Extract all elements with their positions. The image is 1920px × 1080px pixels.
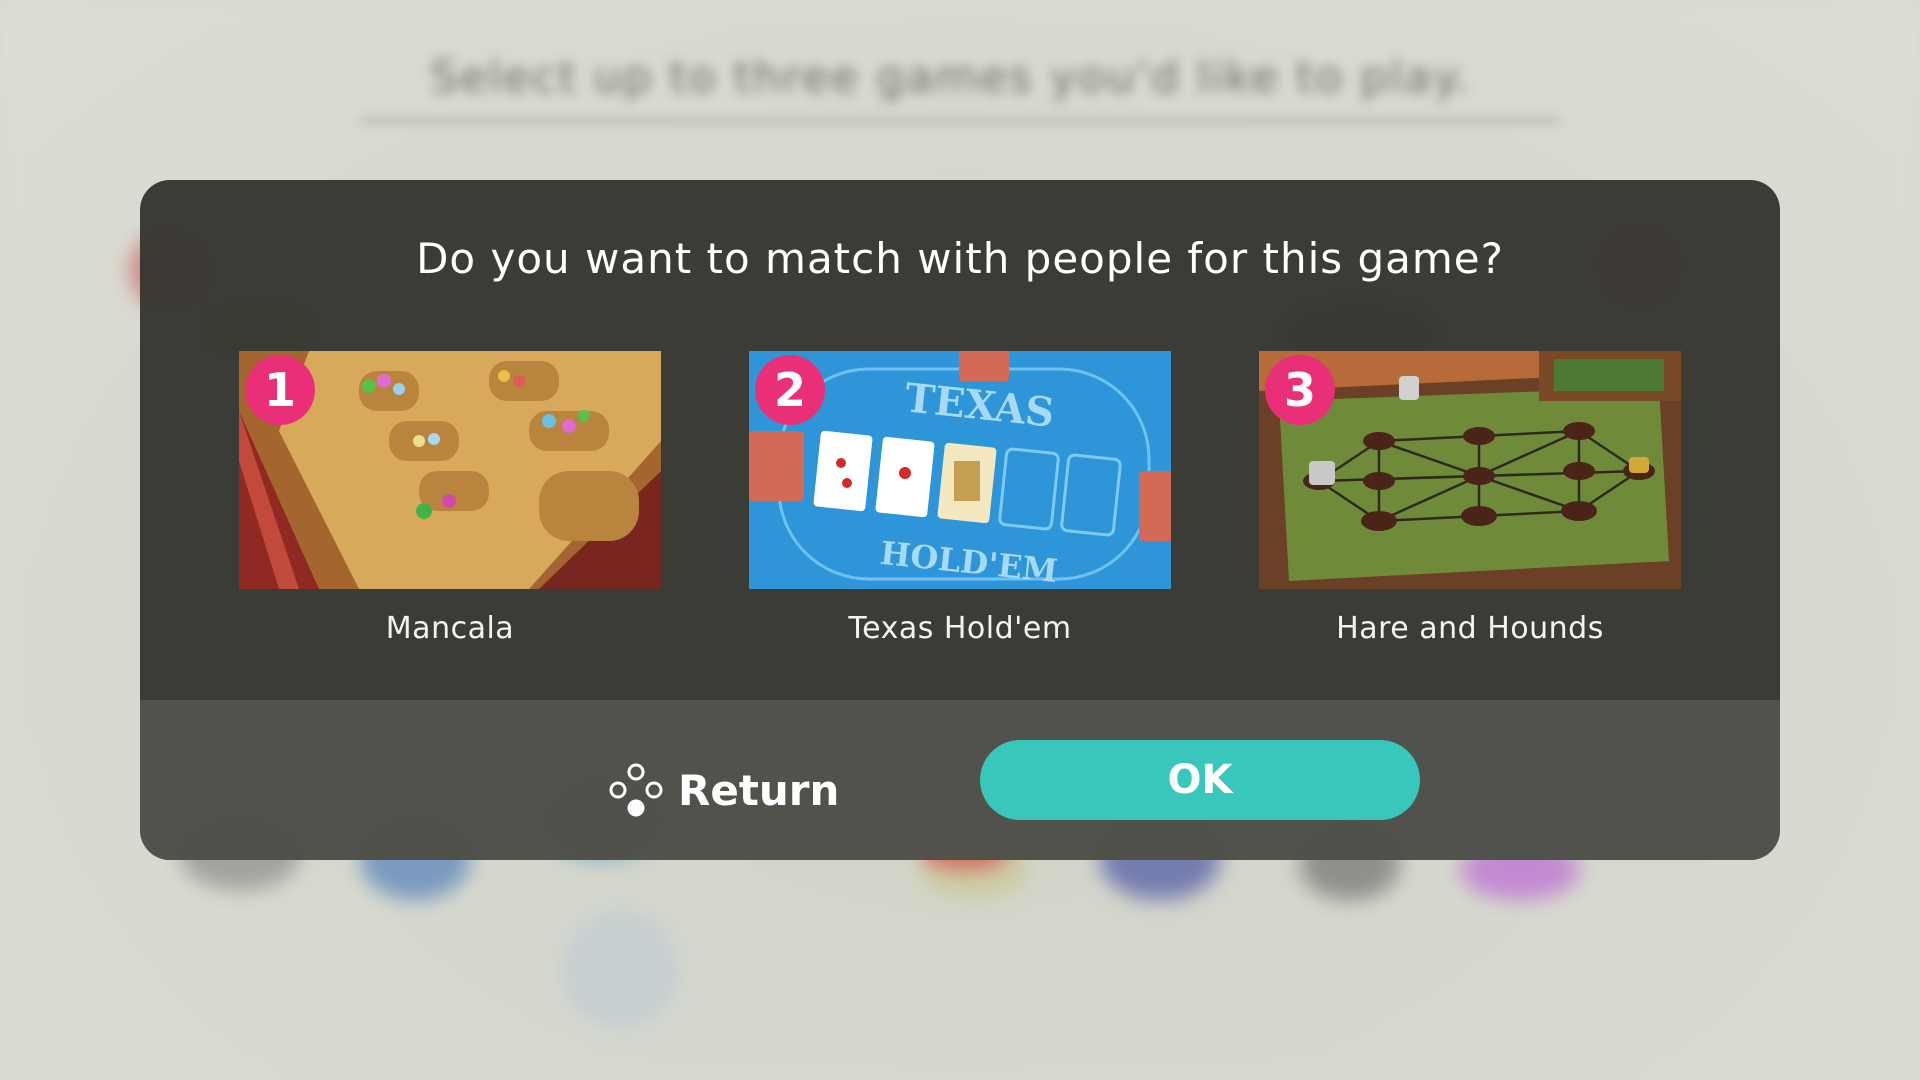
dialog-question: Do you want to match with people for thi…	[416, 234, 1504, 283]
game-card-hare-and-hounds[interactable]: 3 Hare and Hounds	[1259, 351, 1681, 646]
return-button[interactable]: Return	[608, 754, 839, 826]
game-name: Mancala	[385, 611, 515, 646]
dialog-footer	[140, 700, 1780, 860]
rank-badge-2: 2	[755, 355, 825, 425]
background-prompt: Select up to three games you'd like to p…	[430, 52, 1472, 103]
return-label: Return	[678, 765, 840, 815]
rank-badge-3: 3	[1265, 355, 1335, 425]
hare-hounds-board-thumbnail: 3	[1259, 351, 1681, 589]
poker-table-thumbnail: TEXAS HOLD'EM 2	[749, 351, 1171, 589]
game-card-mancala[interactable]: 1 Mancala	[239, 351, 661, 646]
game-name: Texas Hold'em	[848, 611, 1072, 646]
controller-buttons-icon	[609, 763, 663, 817]
mancala-board-thumbnail: 1	[239, 351, 661, 589]
game-name: Hare and Hounds	[1336, 611, 1604, 646]
background-divider	[360, 118, 1560, 124]
matchmaking-dialog: Do you want to match with people for thi…	[140, 180, 1780, 860]
game-card-texas-holdem[interactable]: TEXAS HOLD'EM 2 Texas Hold'em	[749, 351, 1171, 646]
ok-button[interactable]: OK	[980, 740, 1420, 820]
rank-badge-1: 1	[245, 355, 315, 425]
